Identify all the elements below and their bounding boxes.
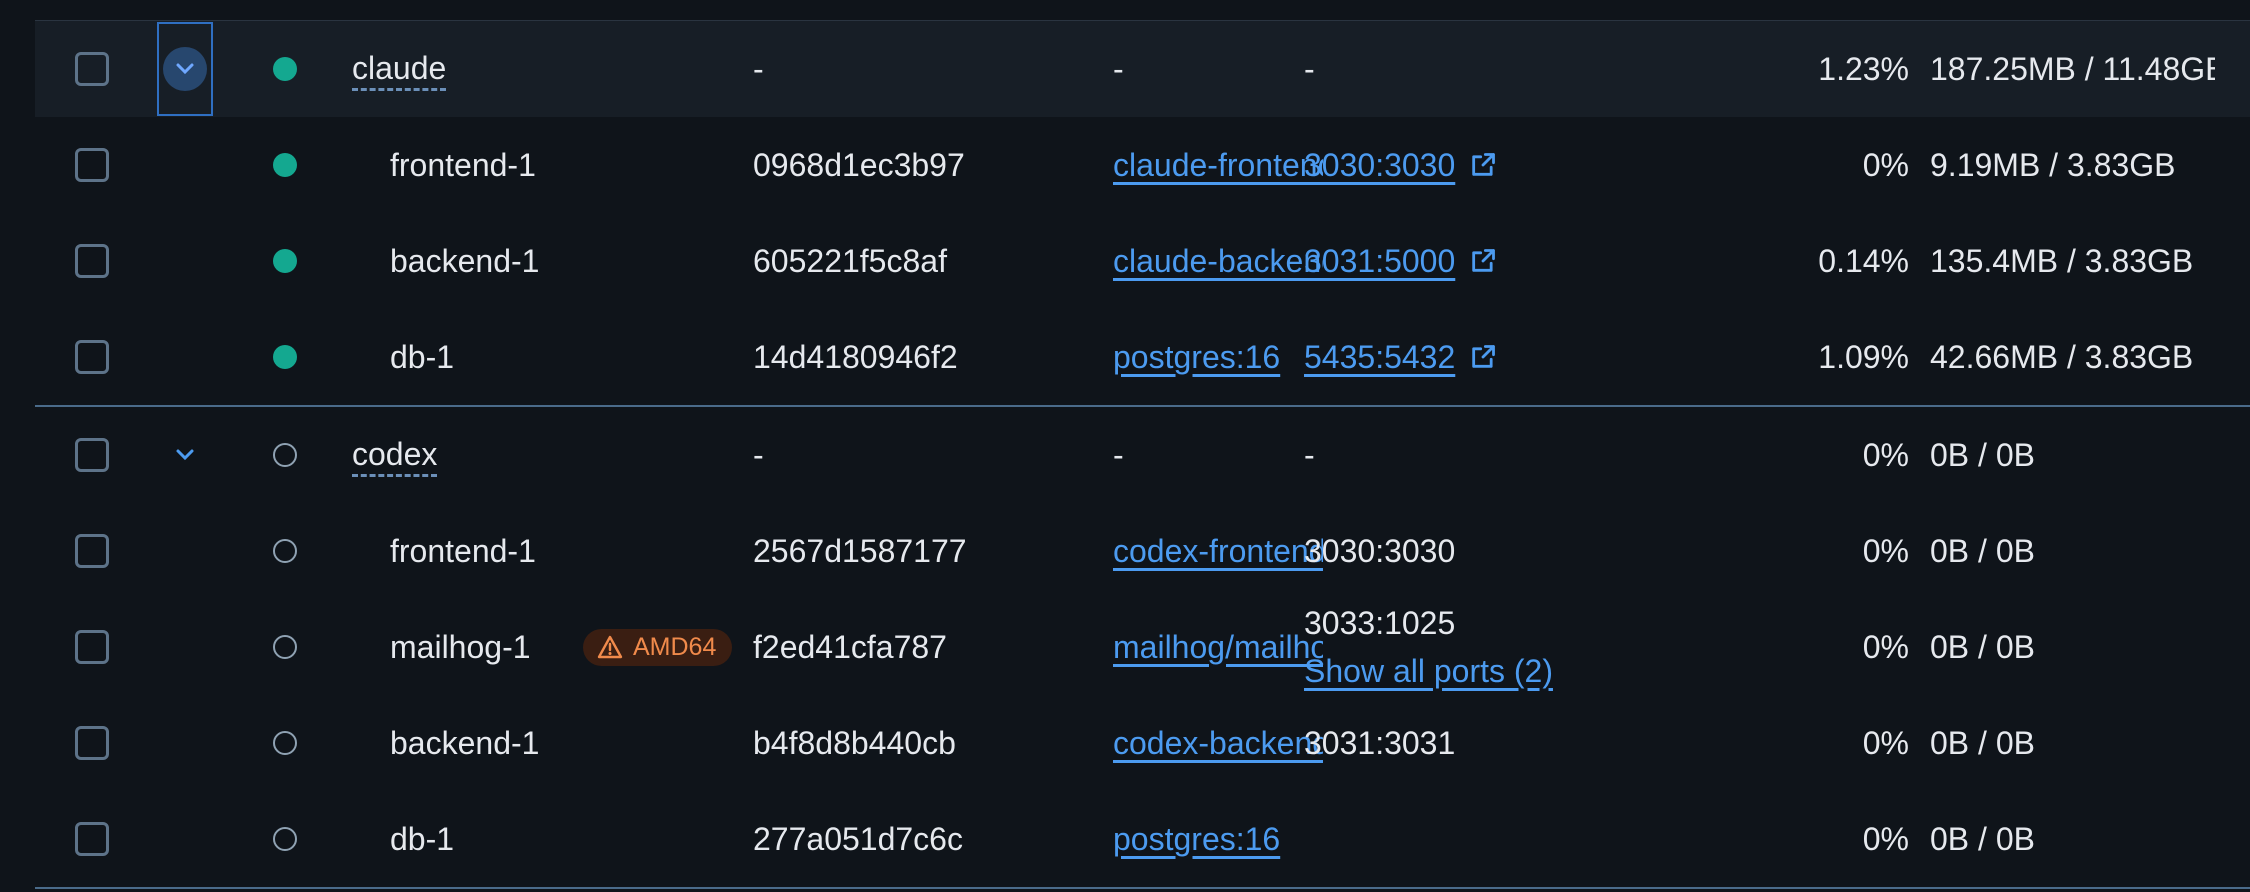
container-id: 2567d1587177	[753, 532, 967, 569]
row-checkbox[interactable]	[75, 21, 113, 117]
container-name[interactable]: frontend-1	[390, 503, 650, 599]
show-all-ports-link[interactable]: Show all ports (2)	[1304, 647, 1553, 695]
external-link-icon[interactable]	[1469, 343, 1497, 371]
expand-toggle[interactable]	[155, 407, 215, 503]
port-link[interactable]: 3031:5000	[1304, 213, 1704, 309]
container-id: -	[753, 50, 764, 87]
container-id: 605221f5c8af	[753, 242, 947, 279]
chevron-down-icon	[176, 63, 194, 75]
table-row[interactable]: mailhog-1 AMD64 f2ed41cfa787 mailhog/mai…	[35, 599, 2250, 695]
container-name[interactable]: db-1	[390, 791, 650, 887]
group-name[interactable]: claude	[352, 21, 612, 117]
memory-usage: 135.4MB / 3.83GB	[1930, 242, 2194, 279]
container-name[interactable]: backend-1	[390, 695, 650, 791]
warning-icon	[597, 635, 623, 659]
image-link[interactable]: mailhog/mailhog	[1113, 599, 1323, 695]
cpu-usage: 0%	[1862, 628, 1909, 665]
memory-usage: 0B / 0B	[1930, 628, 2035, 665]
table-row[interactable]: frontend-1 2567d1587177 codex-frontend 3…	[35, 503, 2250, 599]
status-indicator	[260, 695, 310, 791]
ports: 3030:3030	[1304, 532, 1456, 569]
memory-usage: 0B / 0B	[1930, 532, 2035, 569]
memory-usage: 187.25MB / 11.48GB	[1930, 50, 2215, 87]
status-indicator	[260, 503, 310, 599]
container-id: 0968d1ec3b97	[753, 146, 965, 183]
platform-badge: AMD64	[583, 599, 768, 695]
cpu-usage: 1.23%	[1818, 50, 1909, 87]
containers-table: claude - - - 1.23% 187.25MB / 11.48GB fr…	[35, 20, 2250, 889]
row-checkbox[interactable]	[75, 791, 113, 887]
status-indicator	[260, 117, 310, 213]
image-link[interactable]: codex-backend	[1113, 695, 1323, 791]
cpu-usage: 0%	[1862, 532, 1909, 569]
container-name[interactable]: backend-1	[390, 213, 650, 309]
image-link[interactable]: postgres:16	[1113, 309, 1323, 405]
row-checkbox[interactable]	[75, 117, 113, 213]
cpu-usage: 0%	[1862, 436, 1909, 473]
expand-toggle[interactable]	[155, 21, 215, 117]
memory-usage: 0B / 0B	[1930, 820, 2035, 857]
ports: 3031:3031	[1304, 724, 1456, 761]
image-link[interactable]: claude-backend	[1113, 213, 1323, 309]
group-name[interactable]: codex	[352, 407, 612, 503]
image-name: -	[1113, 50, 1124, 87]
status-indicator	[260, 407, 310, 503]
image-name: -	[1113, 436, 1124, 473]
table-row[interactable]: db-1 14d4180946f2 postgres:16 5435:5432 …	[35, 309, 2250, 405]
port-value: 3033:1025	[1304, 605, 1456, 641]
memory-usage: 0B / 0B	[1930, 436, 2035, 473]
container-id: -	[753, 436, 764, 473]
status-indicator	[260, 21, 310, 117]
port-link[interactable]: 5435:5432	[1304, 309, 1704, 405]
memory-usage: 0B / 0B	[1930, 724, 2035, 761]
table-row[interactable]: codex - - - 0% 0B / 0B	[35, 405, 2250, 503]
ports: -	[1304, 50, 1315, 87]
table-row[interactable]: db-1 277a051d7c6c postgres:16 0% 0B / 0B	[35, 791, 2250, 889]
cpu-usage: 1.09%	[1818, 338, 1909, 375]
container-id: 277a051d7c6c	[753, 820, 963, 857]
row-checkbox[interactable]	[75, 407, 113, 503]
row-checkbox[interactable]	[75, 309, 113, 405]
status-indicator	[260, 599, 310, 695]
external-link-icon[interactable]	[1469, 247, 1497, 275]
row-checkbox[interactable]	[75, 213, 113, 309]
container-name[interactable]: frontend-1	[390, 117, 650, 213]
table-row[interactable]: backend-1 605221f5c8af claude-backend 30…	[35, 213, 2250, 309]
image-link[interactable]: postgres:16	[1113, 791, 1323, 887]
cpu-usage: 0%	[1862, 146, 1909, 183]
port-link[interactable]: 3030:3030	[1304, 117, 1704, 213]
row-checkbox[interactable]	[75, 503, 113, 599]
row-checkbox[interactable]	[75, 695, 113, 791]
cpu-usage: 0.14%	[1818, 242, 1909, 279]
ports: 3033:1025 Show all ports (2)	[1304, 599, 1704, 695]
memory-usage: 42.66MB / 3.83GB	[1930, 338, 2194, 375]
cpu-usage: 0%	[1862, 820, 1909, 857]
container-id: f2ed41cfa787	[753, 628, 947, 665]
container-id: 14d4180946f2	[753, 338, 958, 375]
cpu-usage: 0%	[1862, 724, 1909, 761]
image-link[interactable]: codex-frontend	[1113, 503, 1323, 599]
image-link[interactable]: claude-frontend	[1113, 117, 1323, 213]
container-name[interactable]: db-1	[390, 309, 650, 405]
table-row[interactable]: claude - - - 1.23% 187.25MB / 11.48GB	[35, 21, 2250, 117]
chevron-down-icon[interactable]	[173, 443, 197, 467]
table-row[interactable]: backend-1 b4f8d8b440cb codex-backend 303…	[35, 695, 2250, 791]
ports: -	[1304, 436, 1315, 473]
status-indicator	[260, 791, 310, 887]
container-id: b4f8d8b440cb	[753, 724, 956, 761]
table-row[interactable]: frontend-1 0968d1ec3b97 claude-frontend …	[35, 117, 2250, 213]
memory-usage: 9.19MB / 3.83GB	[1930, 146, 2176, 183]
status-indicator	[260, 213, 310, 309]
status-indicator	[260, 309, 310, 405]
external-link-icon[interactable]	[1469, 151, 1497, 179]
row-checkbox[interactable]	[75, 599, 113, 695]
ports	[1304, 791, 1704, 887]
